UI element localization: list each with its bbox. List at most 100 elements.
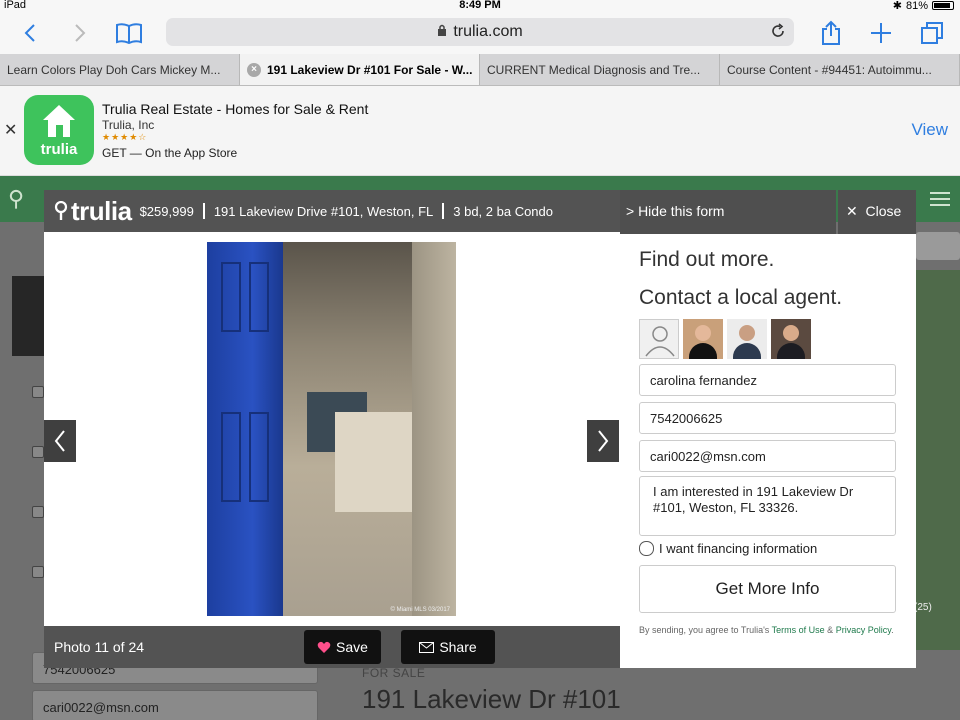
battery-percent: 81% <box>905 0 928 12</box>
battery-status: ✱ 81% <box>893 0 954 12</box>
save-label: Save <box>336 639 368 655</box>
forward-button[interactable] <box>68 18 92 48</box>
avatar-head <box>695 325 711 341</box>
tab-label: 191 Lakeview Dr #101 For Sale - W... <box>267 62 473 77</box>
phone-field[interactable]: 7542006625 <box>639 402 896 434</box>
financing-checkbox[interactable]: I want financing information <box>639 541 817 556</box>
reload-icon[interactable] <box>770 23 786 44</box>
tabs-button[interactable] <box>918 18 946 48</box>
tab-current-medical[interactable]: CURRENT Medical Diagnosis and Tre... <box>480 54 720 85</box>
listing-address: 191 Lakeview Dr #101 <box>362 684 621 714</box>
app-store-banner: ✕ trulia Trulia Real Estate - Homes for … <box>0 86 960 176</box>
photo-watermark: © Miami MLS 03/2017 <box>390 607 450 613</box>
email-field[interactable]: cari0022@msn.com <box>639 440 896 472</box>
user-icon <box>645 326 675 357</box>
app-get-text: GET — On the App Store <box>102 146 238 160</box>
background-checkbox <box>32 566 44 578</box>
terms-of-use-link[interactable]: Terms of Use <box>772 625 825 635</box>
hide-form-button[interactable]: > Hide this form <box>620 190 836 234</box>
agent-list <box>639 319 811 359</box>
legal-text: By sending, you agree to Trulia's Terms … <box>639 624 896 636</box>
background-button <box>916 232 960 260</box>
photo-counter <box>335 412 415 512</box>
previous-photo-button[interactable] <box>44 420 76 462</box>
agent-avatar[interactable] <box>683 319 723 359</box>
background-checkbox <box>32 446 44 458</box>
listing-details: 3 bd, 2 ba Condo <box>453 203 553 219</box>
chevron-left-icon <box>24 24 35 42</box>
close-icon[interactable]: ✕ <box>4 120 17 140</box>
listing-full-address: 191 Lakeview Drive #101, Weston, FL <box>213 203 434 219</box>
app-icon-label: trulia <box>40 141 78 158</box>
photo-counter-text: Photo 11 of 24 <box>54 639 145 655</box>
app-developer: Trulia, Inc <box>102 118 155 132</box>
site-logo-icon: ⚲ <box>8 186 25 211</box>
view-app-link[interactable]: View <box>911 120 948 140</box>
address-bar[interactable]: trulia.com <box>166 18 794 46</box>
checkbox-circle[interactable] <box>639 541 654 556</box>
background-email-field: cari0022@msn.com <box>32 690 318 720</box>
agent-avatar[interactable] <box>727 319 767 359</box>
tabs-icon <box>921 22 943 44</box>
legal-prefix: By sending, you agree to Trulia's <box>639 625 770 635</box>
share-button[interactable] <box>818 18 844 48</box>
background-checkbox <box>32 506 44 518</box>
logo-text: trulia <box>71 195 132 226</box>
chevron-left-icon <box>54 430 65 452</box>
chevron-right-icon <box>598 430 609 452</box>
app-rating: ★★★★☆ <box>102 132 148 142</box>
tab-label: Learn Colors Play Doh Cars Mickey M... <box>7 63 221 77</box>
for-sale-label: FOR SALE <box>362 666 426 680</box>
background-checkbox <box>32 386 44 398</box>
new-tab-button[interactable] <box>868 18 894 48</box>
avatar-body <box>733 343 761 359</box>
get-more-info-button[interactable]: Get More Info <box>639 565 896 613</box>
agent-avatar[interactable] <box>771 319 811 359</box>
legal-and: & <box>827 625 834 635</box>
url-text: trulia.com <box>453 23 523 40</box>
listing-price: $259,999 <box>139 203 194 219</box>
tab-learn-colors[interactable]: Learn Colors Play Doh Cars Mickey M... <box>0 54 240 85</box>
trulia-logo: trulia <box>44 196 132 227</box>
close-label: Close <box>865 203 902 219</box>
bookmarks-button[interactable] <box>114 18 144 48</box>
name-field[interactable]: carolina fernandez <box>639 364 896 396</box>
close-tab-icon[interactable]: × <box>247 62 261 77</box>
pin-icon <box>54 201 68 220</box>
gallery-header: trulia $259,999 191 Lakeview Drive #101,… <box>44 190 620 232</box>
share-listing-button[interactable]: Share <box>401 630 495 664</box>
avatar-head <box>739 325 755 341</box>
gallery-footer: Photo 11 of 24 Save Share <box>44 626 620 668</box>
door-panel <box>249 262 269 332</box>
save-button[interactable]: Save <box>304 630 381 664</box>
background-photo <box>914 270 960 650</box>
bluetooth-icon: ✱ <box>892 0 902 12</box>
divider <box>202 203 205 219</box>
clock: 8:49 PM <box>459 0 501 11</box>
financing-label: I want financing information <box>659 541 818 556</box>
tab-label: CURRENT Medical Diagnosis and Tre... <box>487 63 701 77</box>
book-icon <box>116 23 142 44</box>
tab-bar: Learn Colors Play Doh Cars Mickey M... ×… <box>0 54 960 86</box>
photo-wall <box>412 242 456 616</box>
share-label: Share <box>439 639 477 655</box>
lock-icon <box>437 23 447 41</box>
next-photo-button[interactable] <box>587 420 619 462</box>
door-panel <box>221 262 241 332</box>
tab-course-content[interactable]: Course Content - #94451: Autoimmu... <box>720 54 960 85</box>
agent-placeholder-avatar[interactable] <box>639 319 679 359</box>
avatar-head <box>783 325 799 341</box>
plus-icon <box>871 23 891 43</box>
close-modal-button[interactable]: ✕ Close <box>838 190 916 234</box>
status-bar: iPad 8:49 PM ✱ 81% <box>0 0 960 12</box>
back-button[interactable] <box>18 18 42 48</box>
privacy-policy-link[interactable]: Privacy Policy <box>836 625 891 635</box>
heart-icon <box>317 641 331 653</box>
photo-gallery: © Miami MLS 03/2017 trulia $259,999 191 … <box>44 190 620 668</box>
listing-photo[interactable]: © Miami MLS 03/2017 <box>207 242 456 616</box>
message-field[interactable]: I am interested in 191 Lakeview Dr #101,… <box>639 476 896 536</box>
trulia-app-icon[interactable]: trulia <box>24 95 94 165</box>
door-panel <box>249 412 269 502</box>
tab-lakeview-listing[interactable]: × 191 Lakeview Dr #101 For Sale - W... <box>240 54 480 85</box>
app-name: Trulia Real Estate - Homes for Sale & Re… <box>102 101 369 117</box>
